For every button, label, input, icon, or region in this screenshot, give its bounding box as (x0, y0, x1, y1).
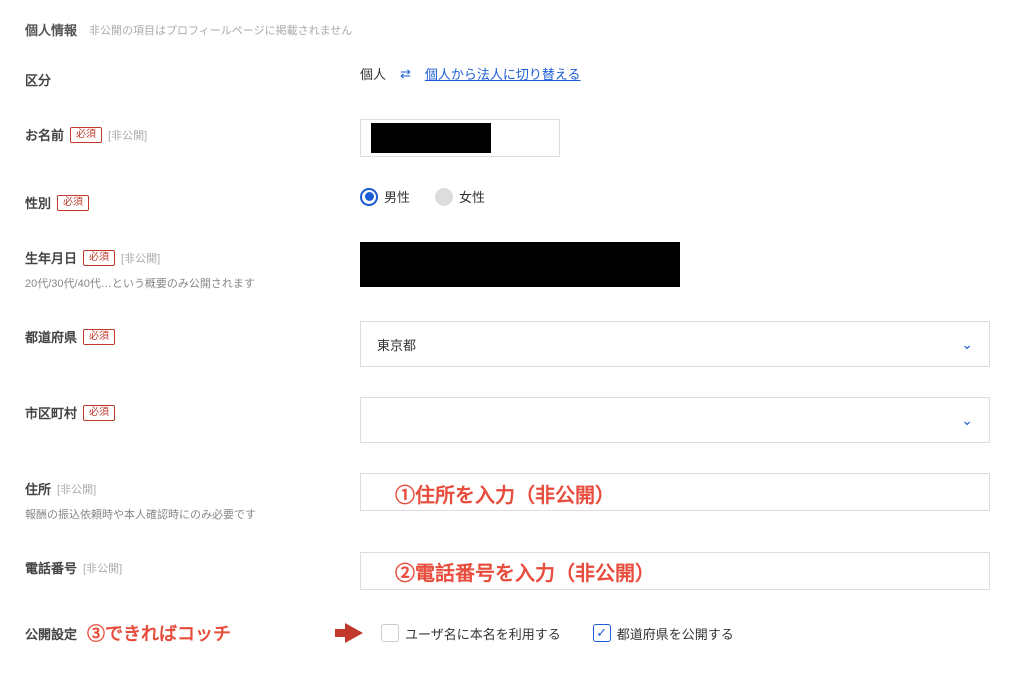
row-birth: 生年月日 必須 [非公開] 20代/30代/40代…という概要のみ公開されます (25, 242, 999, 291)
section-title: 個人情報 (25, 20, 77, 39)
public-label: 公開設定 (25, 624, 77, 643)
private-tag: [非公開] (83, 560, 122, 576)
private-tag: [非公開] (121, 250, 160, 266)
birth-label: 生年月日 (25, 248, 77, 267)
type-switch-link[interactable]: 個人から法人に切り替える (425, 64, 581, 83)
row-gender: 性別 必須 男性 女性 (25, 187, 999, 212)
phone-input[interactable] (360, 552, 990, 590)
row-address: 住所 [非公開] 報酬の振込依頼時や本人確認時にのみ必要です ①住所を入力（非公… (25, 473, 999, 522)
required-badge: 必須 (83, 250, 115, 266)
pref-value: 東京都 (377, 335, 416, 354)
name-input[interactable] (360, 119, 560, 157)
required-badge: 必須 (70, 127, 102, 143)
public-annotation: ③できればコッチ (87, 620, 231, 646)
row-type: 区分 個人 ⇄ 個人から法人に切り替える (25, 64, 999, 89)
checkbox-realname[interactable]: ユーザ名に本名を利用する (381, 624, 561, 643)
type-label: 区分 (25, 70, 51, 89)
row-pref: 都道府県 必須 東京都 ⌄ (25, 321, 999, 367)
pref-select[interactable]: 東京都 ⌄ (360, 321, 990, 367)
address-input[interactable] (360, 473, 990, 511)
radio-icon-checked (360, 188, 378, 206)
address-hint: 報酬の振込依頼時や本人確認時にのみ必要です (25, 506, 360, 522)
row-city: 市区町村 必須 ⌄ (25, 397, 999, 443)
redacted-birth (360, 242, 680, 287)
row-public: 公開設定 ③できればコッチ ユーザ名に本名を利用する ✓ 都道府県を公開する (25, 620, 999, 646)
required-badge: 必須 (83, 405, 115, 421)
chevron-down-icon: ⌄ (961, 336, 973, 353)
row-name: お名前 必須 [非公開] (25, 119, 999, 157)
required-badge: 必須 (83, 329, 115, 345)
swap-icon: ⇄ (400, 66, 411, 82)
private-tag: [非公開] (57, 481, 96, 497)
private-tag: [非公開] (108, 127, 147, 143)
required-badge: 必須 (57, 195, 89, 211)
row-phone: 電話番号 [非公開] ②電話番号を入力（非公開） (25, 552, 999, 590)
city-select[interactable]: ⌄ (360, 397, 990, 443)
address-label: 住所 (25, 479, 51, 498)
city-label: 市区町村 (25, 403, 77, 422)
chevron-down-icon: ⌄ (961, 412, 973, 429)
name-label: お名前 (25, 125, 64, 144)
birth-hint: 20代/30代/40代…という概要のみ公開されます (25, 275, 360, 291)
phone-label: 電話番号 (25, 558, 77, 577)
arrow-right-icon (345, 623, 363, 643)
gender-label: 性別 (25, 193, 51, 212)
radio-male[interactable]: 男性 (360, 187, 410, 206)
pref-label: 都道府県 (25, 327, 77, 346)
radio-female[interactable]: 女性 (435, 187, 485, 206)
radio-icon-unchecked (435, 188, 453, 206)
checkbox-showpref[interactable]: ✓ 都道府県を公開する (593, 624, 734, 643)
radio-male-label: 男性 (384, 187, 410, 206)
realname-label: ユーザ名に本名を利用する (405, 624, 561, 643)
radio-female-label: 女性 (459, 187, 485, 206)
section-note: 非公開の項目はプロフィールページに掲載されません (89, 22, 352, 38)
type-value: 個人 (360, 64, 386, 83)
section-header: 個人情報 非公開の項目はプロフィールページに掲載されません (25, 20, 999, 39)
redacted-name (371, 123, 491, 153)
checkbox-checked-icon: ✓ (593, 624, 611, 642)
showpref-label: 都道府県を公開する (617, 624, 734, 643)
checkbox-unchecked-icon (381, 624, 399, 642)
